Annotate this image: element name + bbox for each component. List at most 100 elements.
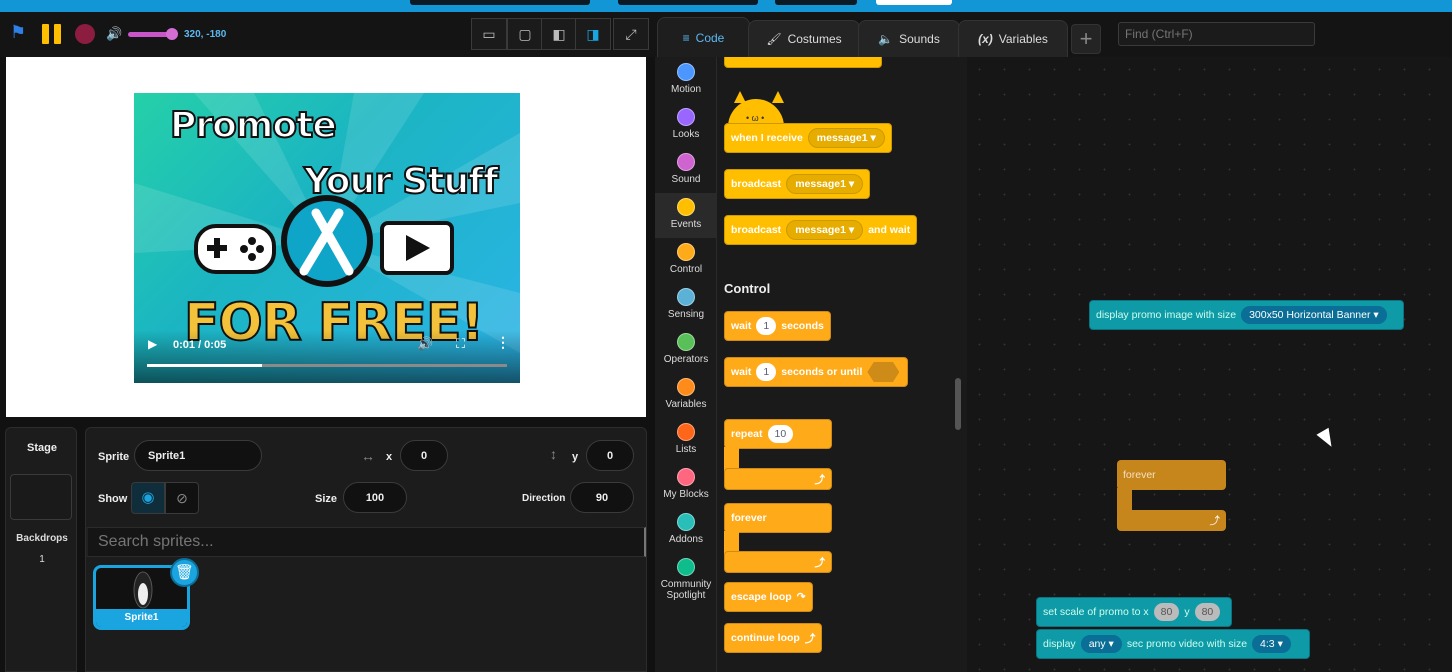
small-stage-button[interactable]: ▢	[507, 18, 543, 50]
plus-icon: +	[1079, 26, 1093, 51]
video-fullscreen-icon[interactable]: ⛶	[456, 336, 465, 352]
motion-icon	[677, 63, 695, 81]
sound-category-icon	[677, 153, 695, 171]
large-stage-button[interactable]: ◨	[575, 18, 611, 50]
terminal-icon: ▭	[482, 25, 496, 42]
block-broadcast-and-wait[interactable]: broadcast message1 ▾ and wait	[724, 215, 918, 245]
stage-label: Stage	[27, 442, 57, 454]
category-menu: Motion Looks Sound Events Control Sensin…	[655, 57, 717, 672]
normal-stage-button[interactable]: ◧	[541, 18, 577, 50]
block-repeat[interactable]: repeat 10	[724, 419, 832, 449]
volume-icon[interactable]: 🔊	[106, 26, 122, 42]
block-repeat-end: ⤴	[724, 468, 832, 490]
green-flag-icon[interactable]: ⚑	[10, 22, 26, 43]
category-operators[interactable]: Operators	[655, 333, 717, 365]
category-motion[interactable]: Motion	[655, 63, 717, 95]
category-variables[interactable]: Variables	[655, 378, 717, 410]
lists-icon	[677, 423, 695, 441]
menu-tab-hint	[775, 0, 857, 5]
x-label: x	[386, 451, 393, 463]
block-palette: • ω • when I receive message1 ▾ broadcast…	[717, 57, 967, 672]
tab-costumes[interactable]: 🖌 Costumes	[748, 20, 860, 57]
direction-field[interactable]: 90	[570, 482, 634, 513]
block-escape-loop[interactable]: escape loop ↷	[724, 582, 813, 612]
block-continue-loop[interactable]: continue loop ⤴	[724, 623, 823, 653]
fullscreen-button[interactable]: ⤢	[613, 18, 649, 50]
trash-icon: 🗑	[174, 564, 195, 581]
control-icon	[677, 243, 695, 261]
category-addons[interactable]: Addons	[655, 513, 717, 545]
stop-button[interactable]	[75, 24, 95, 44]
block-partial-event[interactable]	[724, 57, 882, 68]
loop-arrow-icon: ⤴	[814, 473, 826, 486]
video-title-line2: Your Stuff	[303, 160, 500, 203]
category-my-blocks[interactable]: My Blocks	[655, 468, 717, 500]
x-field[interactable]: 0	[400, 440, 448, 471]
volume-slider-knob[interactable]	[166, 28, 178, 40]
block-wait-until[interactable]: wait 1 seconds or until	[724, 357, 908, 387]
sprite-search-input[interactable]	[86, 527, 646, 557]
loop-arrow-icon: ⤴	[814, 556, 826, 569]
palette-scrollbar[interactable]	[955, 378, 961, 430]
block-broadcast[interactable]: broadcast message1 ▾	[724, 169, 871, 199]
mouse-coordinates: 320, -180	[184, 29, 227, 40]
direction-label: Direction	[522, 493, 566, 504]
variables-icon	[677, 378, 695, 396]
looks-icon	[677, 108, 695, 126]
sensing-icon	[677, 288, 695, 306]
category-looks[interactable]: Looks	[655, 108, 717, 140]
category-control[interactable]: Control	[655, 243, 717, 275]
category-events[interactable]: Events	[655, 193, 717, 238]
show-hidden-button[interactable]: ⊘	[165, 482, 199, 514]
tab-code[interactable]: ≡ Code	[657, 17, 750, 57]
small-stage-icon: ▢	[518, 25, 532, 42]
show-visible-button[interactable]: ◉	[131, 482, 165, 514]
large-stage-icon: ◨	[586, 25, 600, 42]
block-wait[interactable]: wait 1 seconds	[724, 311, 831, 341]
loop-arrow-icon: ⤴	[1209, 515, 1221, 527]
backdrops-label: Backdrops	[16, 533, 68, 544]
pause-button[interactable]	[42, 24, 63, 44]
variable-icon: (x)	[978, 32, 993, 46]
code-icon: ≡	[682, 30, 690, 45]
category-sensing[interactable]: Sensing	[655, 288, 717, 320]
category-lists[interactable]: Lists	[655, 423, 717, 455]
video-volume-icon[interactable]: 🔊	[417, 336, 433, 352]
sprite-name-field[interactable]: Sprite1	[134, 440, 262, 471]
addons-icon	[677, 513, 695, 531]
block-set-scale-promo[interactable]: set scale of promo to x 80 y 80	[1036, 597, 1232, 627]
video-more-icon[interactable]: ⋮	[496, 334, 510, 351]
stage-selector[interactable]: Stage Backdrops 1	[5, 427, 77, 672]
code-workspace[interactable]	[967, 57, 1452, 672]
show-label: Show	[98, 493, 128, 505]
size-field[interactable]: 100	[343, 482, 407, 513]
brush-icon: 🖌	[766, 32, 782, 46]
block-forever[interactable]: forever	[724, 503, 832, 533]
video-time: 0:01 / 0:05	[173, 339, 227, 351]
block-display-promo-video[interactable]: display any ▾ sec promo video with size 4:3…	[1036, 629, 1310, 659]
block-forever-end: ⤴	[724, 551, 832, 573]
play-video-icon	[380, 221, 454, 275]
normal-stage-icon: ◧	[552, 25, 566, 42]
block-display-promo-image[interactable]: display promo image with size 300x50 Hori…	[1089, 300, 1404, 330]
x-arrow-icon: ↔	[361, 448, 375, 464]
delete-sprite-button[interactable]: 🗑	[170, 558, 199, 587]
tab-variables[interactable]: (x) Variables	[958, 20, 1068, 57]
video-play-icon[interactable]: ▶	[148, 337, 157, 351]
scissors-logo-icon	[281, 195, 373, 287]
video-title-line1: Promote	[169, 104, 338, 147]
workspace-forever-block[interactable]: forever ⤴	[1117, 460, 1226, 531]
find-input[interactable]	[1118, 22, 1315, 46]
terminal-button[interactable]: ▭	[471, 18, 507, 50]
stage-thumbnail[interactable]	[10, 474, 72, 520]
menu-tab-hint	[618, 0, 758, 5]
operators-icon	[677, 333, 695, 351]
sprite-label: Sprite	[98, 451, 130, 463]
category-sound[interactable]: Sound	[655, 153, 717, 185]
y-field[interactable]: 0	[586, 440, 634, 471]
size-label: Size	[315, 493, 338, 505]
add-tab-button[interactable]: +	[1071, 24, 1101, 54]
block-when-i-receive[interactable]: when I receive message1 ▾	[724, 123, 892, 153]
category-community-spotlight[interactable]: Community Spotlight	[655, 558, 717, 601]
tab-sounds[interactable]: 🔈 Sounds	[858, 20, 960, 57]
